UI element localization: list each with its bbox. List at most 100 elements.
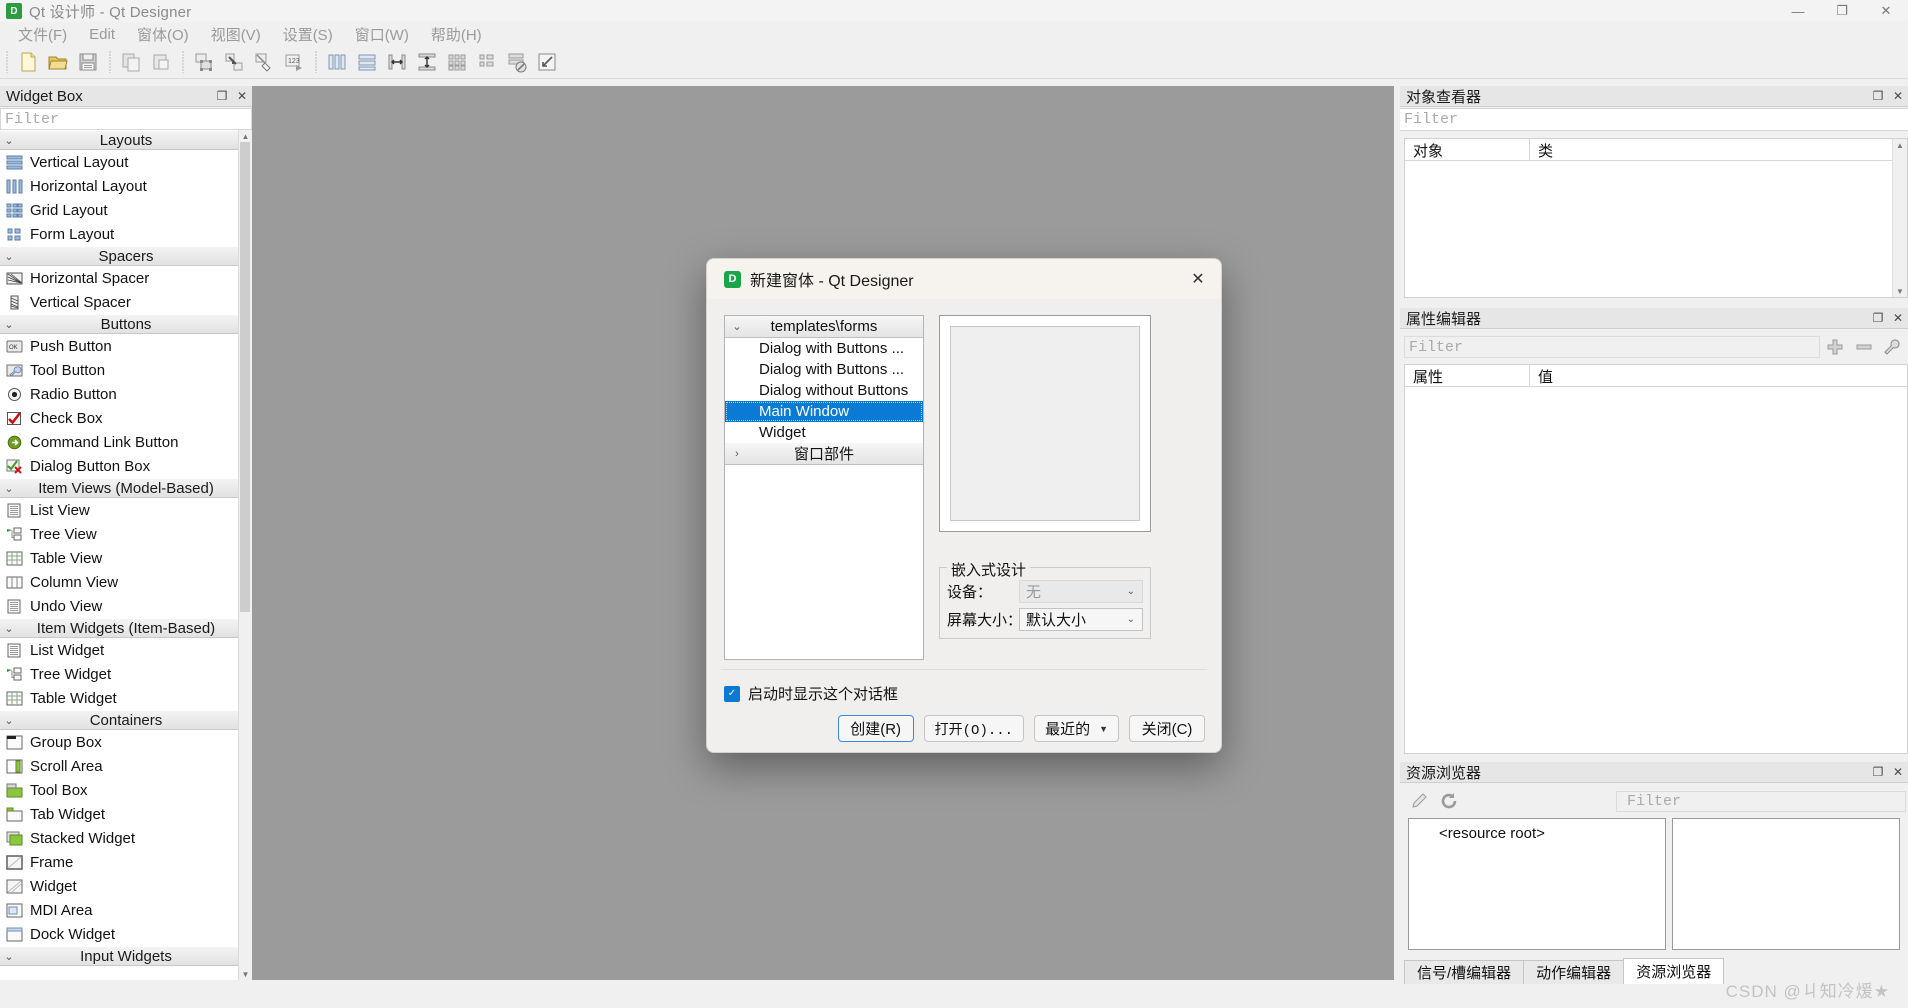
widget-box-item-frame[interactable]: Frame	[0, 850, 252, 874]
wrench-icon[interactable]	[1878, 337, 1906, 357]
menu-settings[interactable]: 设置(S)	[272, 22, 344, 47]
resource-tree[interactable]: <resource root>	[1408, 818, 1666, 950]
object-inspector-table[interactable]: 对象 类 ▲ ▼	[1404, 138, 1908, 298]
break-layout-icon[interactable]	[502, 48, 532, 76]
widget-box-item-mdi-area[interactable]: MDI Area	[0, 898, 252, 922]
widget-box-group-buttons[interactable]: ⌄Buttons	[0, 314, 252, 334]
widget-box-float-button[interactable]: ❐	[212, 86, 232, 107]
create-button[interactable]: 创建(R)	[838, 715, 914, 742]
widget-box-item-grid-layout[interactable]: Grid Layout	[0, 198, 252, 222]
widget-box-close-button[interactable]: ✕	[232, 86, 252, 107]
widget-box-group-input-widgets[interactable]: ⌄Input Widgets	[0, 946, 252, 966]
resource-browser-float-button[interactable]: ❐	[1868, 762, 1888, 783]
widget-box-item-list-view[interactable]: List View	[0, 498, 252, 522]
device-chevron-down-icon[interactable]: ⌄	[1127, 586, 1135, 597]
menu-form[interactable]: 窗体(O)	[126, 22, 200, 47]
paste-icon[interactable]	[146, 48, 176, 76]
open-button[interactable]: 打开(O)...	[924, 715, 1024, 742]
object-inspector-body[interactable]	[1405, 161, 1892, 297]
screen-size-chevron-down-icon[interactable]: ⌄	[1127, 614, 1135, 625]
menu-view[interactable]: 视图(V)	[200, 22, 272, 47]
minimize-button[interactable]: —	[1776, 0, 1820, 22]
widget-box-list[interactable]: ⌄LayoutsVertical LayoutHorizontal Layout…	[0, 130, 252, 980]
widget-box-item-horizontal-layout[interactable]: Horizontal Layout	[0, 174, 252, 198]
recent-button[interactable]: 最近的 ▼	[1034, 715, 1119, 742]
widget-box-item-dock-widget[interactable]: Dock Widget	[0, 922, 252, 946]
remove-property-button[interactable]	[1850, 337, 1878, 357]
resource-browser-close-button[interactable]: ✕	[1888, 762, 1908, 783]
layout-horizontally-icon[interactable]	[322, 48, 352, 76]
edit-buddies-icon[interactable]	[249, 48, 279, 76]
resource-preview-pane[interactable]	[1672, 818, 1900, 950]
template-item-dialog-without-buttons[interactable]: Dialog without Buttons	[725, 380, 923, 401]
adjust-size-icon[interactable]	[532, 48, 562, 76]
toolbar-grip-2[interactable]	[106, 51, 113, 73]
object-inspector-close-button[interactable]: ✕	[1888, 86, 1908, 107]
widget-box-item-tree-view[interactable]: Tree View	[0, 522, 252, 546]
widget-box-item-dialog-button-box[interactable]: Dialog Button Box	[0, 454, 252, 478]
widget-box-scroll-thumb[interactable]	[240, 142, 250, 612]
menu-file[interactable]: 文件(F)	[7, 22, 78, 47]
widget-box-item-vertical-layout[interactable]: Vertical Layout	[0, 150, 252, 174]
pencil-icon[interactable]	[1404, 791, 1434, 811]
widget-box-group-spacers[interactable]: ⌄Spacers	[0, 246, 252, 266]
widget-box-item-column-view[interactable]: Column View	[0, 570, 252, 594]
open-folder-icon[interactable]	[43, 48, 73, 76]
screen-size-select[interactable]: 默认大小 ⌄	[1019, 608, 1143, 631]
template-item-widget[interactable]: Widget	[725, 422, 923, 443]
widget-box-group-layouts[interactable]: ⌄Layouts	[0, 130, 252, 150]
show-on-startup-checkbox[interactable]: ✓	[724, 686, 740, 702]
menu-edit[interactable]: Edit	[78, 24, 126, 45]
edit-widgets-icon[interactable]	[189, 48, 219, 76]
widget-box-scrollbar[interactable]: ▲ ▼	[238, 130, 252, 980]
resource-browser-filter-input[interactable]: Filter	[1616, 791, 1906, 812]
widget-box-item-group-box[interactable]: Group Box	[0, 730, 252, 754]
menu-window[interactable]: 窗口(W)	[344, 22, 420, 47]
widget-box-item-stacked-widget[interactable]: Stacked Widget	[0, 826, 252, 850]
tab-signal-slot-editor[interactable]: 信号/槽编辑器	[1404, 960, 1524, 984]
widget-box-filter-input[interactable]: Filter	[0, 108, 252, 130]
chevron-down-icon[interactable]: ⌄	[0, 250, 18, 263]
widget-box-item-horizontal-spacer[interactable]: Horizontal Spacer	[0, 266, 252, 290]
add-property-button[interactable]	[1820, 337, 1850, 357]
template-item-main-window[interactable]: Main Window	[725, 401, 923, 422]
copy-icon[interactable]	[116, 48, 146, 76]
column-property[interactable]: 属性	[1405, 365, 1530, 386]
close-dialog-button[interactable]: 关闭(C)	[1129, 715, 1205, 742]
layout-form-icon[interactable]	[472, 48, 502, 76]
resource-root-node[interactable]: <resource root>	[1409, 819, 1665, 842]
menu-help[interactable]: 帮助(H)	[420, 22, 493, 47]
chevron-down-icon[interactable]: ⌄	[0, 318, 18, 331]
widget-box-item-check-box[interactable]: Check Box	[0, 406, 252, 430]
chevron-right-icon[interactable]: ›	[725, 448, 749, 460]
widget-box-item-command-link-button[interactable]: Command Link Button	[0, 430, 252, 454]
chevron-down-icon[interactable]: ⌄	[0, 622, 18, 635]
chevron-down-icon[interactable]: ⌄	[0, 482, 18, 495]
close-button[interactable]: ✕	[1864, 0, 1908, 22]
tab-resource-browser[interactable]: 资源浏览器	[1623, 958, 1724, 984]
column-object[interactable]: 对象	[1405, 139, 1530, 160]
object-inspector-float-button[interactable]: ❐	[1868, 86, 1888, 107]
column-value[interactable]: 值	[1530, 365, 1907, 386]
chevron-down-icon[interactable]: ⌄	[0, 950, 18, 963]
property-editor-body[interactable]	[1405, 387, 1907, 753]
layout-splitter-horizontal-icon[interactable]	[382, 48, 412, 76]
object-inspector-filter-input[interactable]: Filter	[1400, 108, 1908, 131]
widget-box-item-radio-button[interactable]: Radio Button	[0, 382, 252, 406]
widget-box-item-scroll-area[interactable]: Scroll Area	[0, 754, 252, 778]
column-class[interactable]: 类	[1530, 139, 1892, 160]
oi-scroll-down-arrow[interactable]: ▼	[1893, 285, 1907, 297]
save-icon[interactable]	[73, 48, 103, 76]
chevron-down-icon[interactable]: ⌄	[725, 320, 749, 333]
template-list[interactable]: ⌄ templates\forms Dialog with Buttons ..…	[724, 315, 924, 660]
widget-box-item-table-widget[interactable]: Table Widget	[0, 686, 252, 710]
show-on-startup-row[interactable]: ✓ 启动时显示这个对话框	[724, 683, 898, 704]
edit-signals-slots-icon[interactable]	[219, 48, 249, 76]
toolbar-grip-4[interactable]	[312, 51, 319, 73]
scroll-up-arrow[interactable]: ▲	[239, 130, 252, 142]
layout-grid-icon[interactable]	[442, 48, 472, 76]
widget-box-item-form-layout[interactable]: Form Layout	[0, 222, 252, 246]
widget-box-item-list-widget[interactable]: List Widget	[0, 638, 252, 662]
dialog-close-button[interactable]: ✕	[1175, 259, 1221, 299]
widget-box-item-tree-widget[interactable]: Tree Widget	[0, 662, 252, 686]
